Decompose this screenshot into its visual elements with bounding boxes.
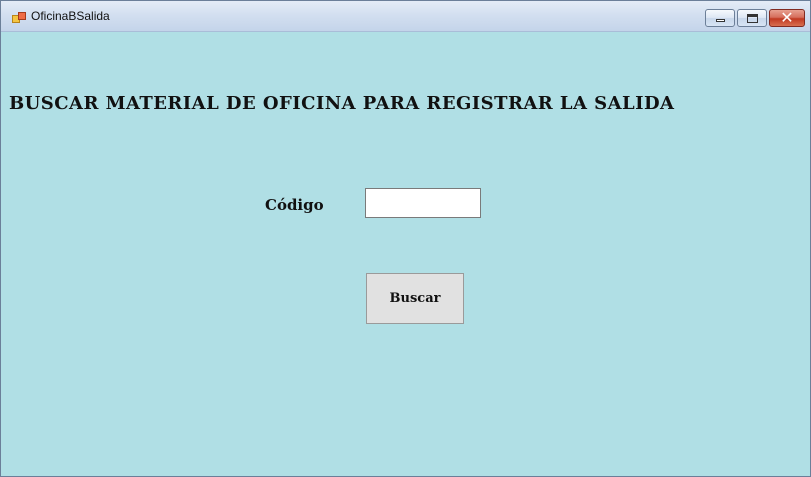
maximize-icon (747, 14, 758, 23)
code-label: Código (265, 196, 324, 214)
search-button[interactable]: Buscar (366, 273, 464, 324)
page-title: BUSCAR MATERIAL DE OFICINA PARA REGISTRA… (9, 93, 675, 114)
minimize-button[interactable] (705, 9, 735, 27)
minimize-icon (716, 19, 725, 22)
window-controls: ✕ (705, 8, 805, 29)
maximize-button[interactable] (737, 9, 767, 27)
close-button[interactable]: ✕ (769, 8, 805, 27)
window-title: OficinaBSalida (31, 9, 110, 23)
form-app-icon[interactable] (12, 12, 26, 24)
close-icon: ✕ (780, 8, 794, 27)
code-input[interactable] (365, 188, 481, 218)
title-bar[interactable]: OficinaBSalida ✕ (1, 1, 810, 32)
application-window: OficinaBSalida ✕ BUSCAR MATERIAL DE OFIC… (0, 0, 811, 477)
